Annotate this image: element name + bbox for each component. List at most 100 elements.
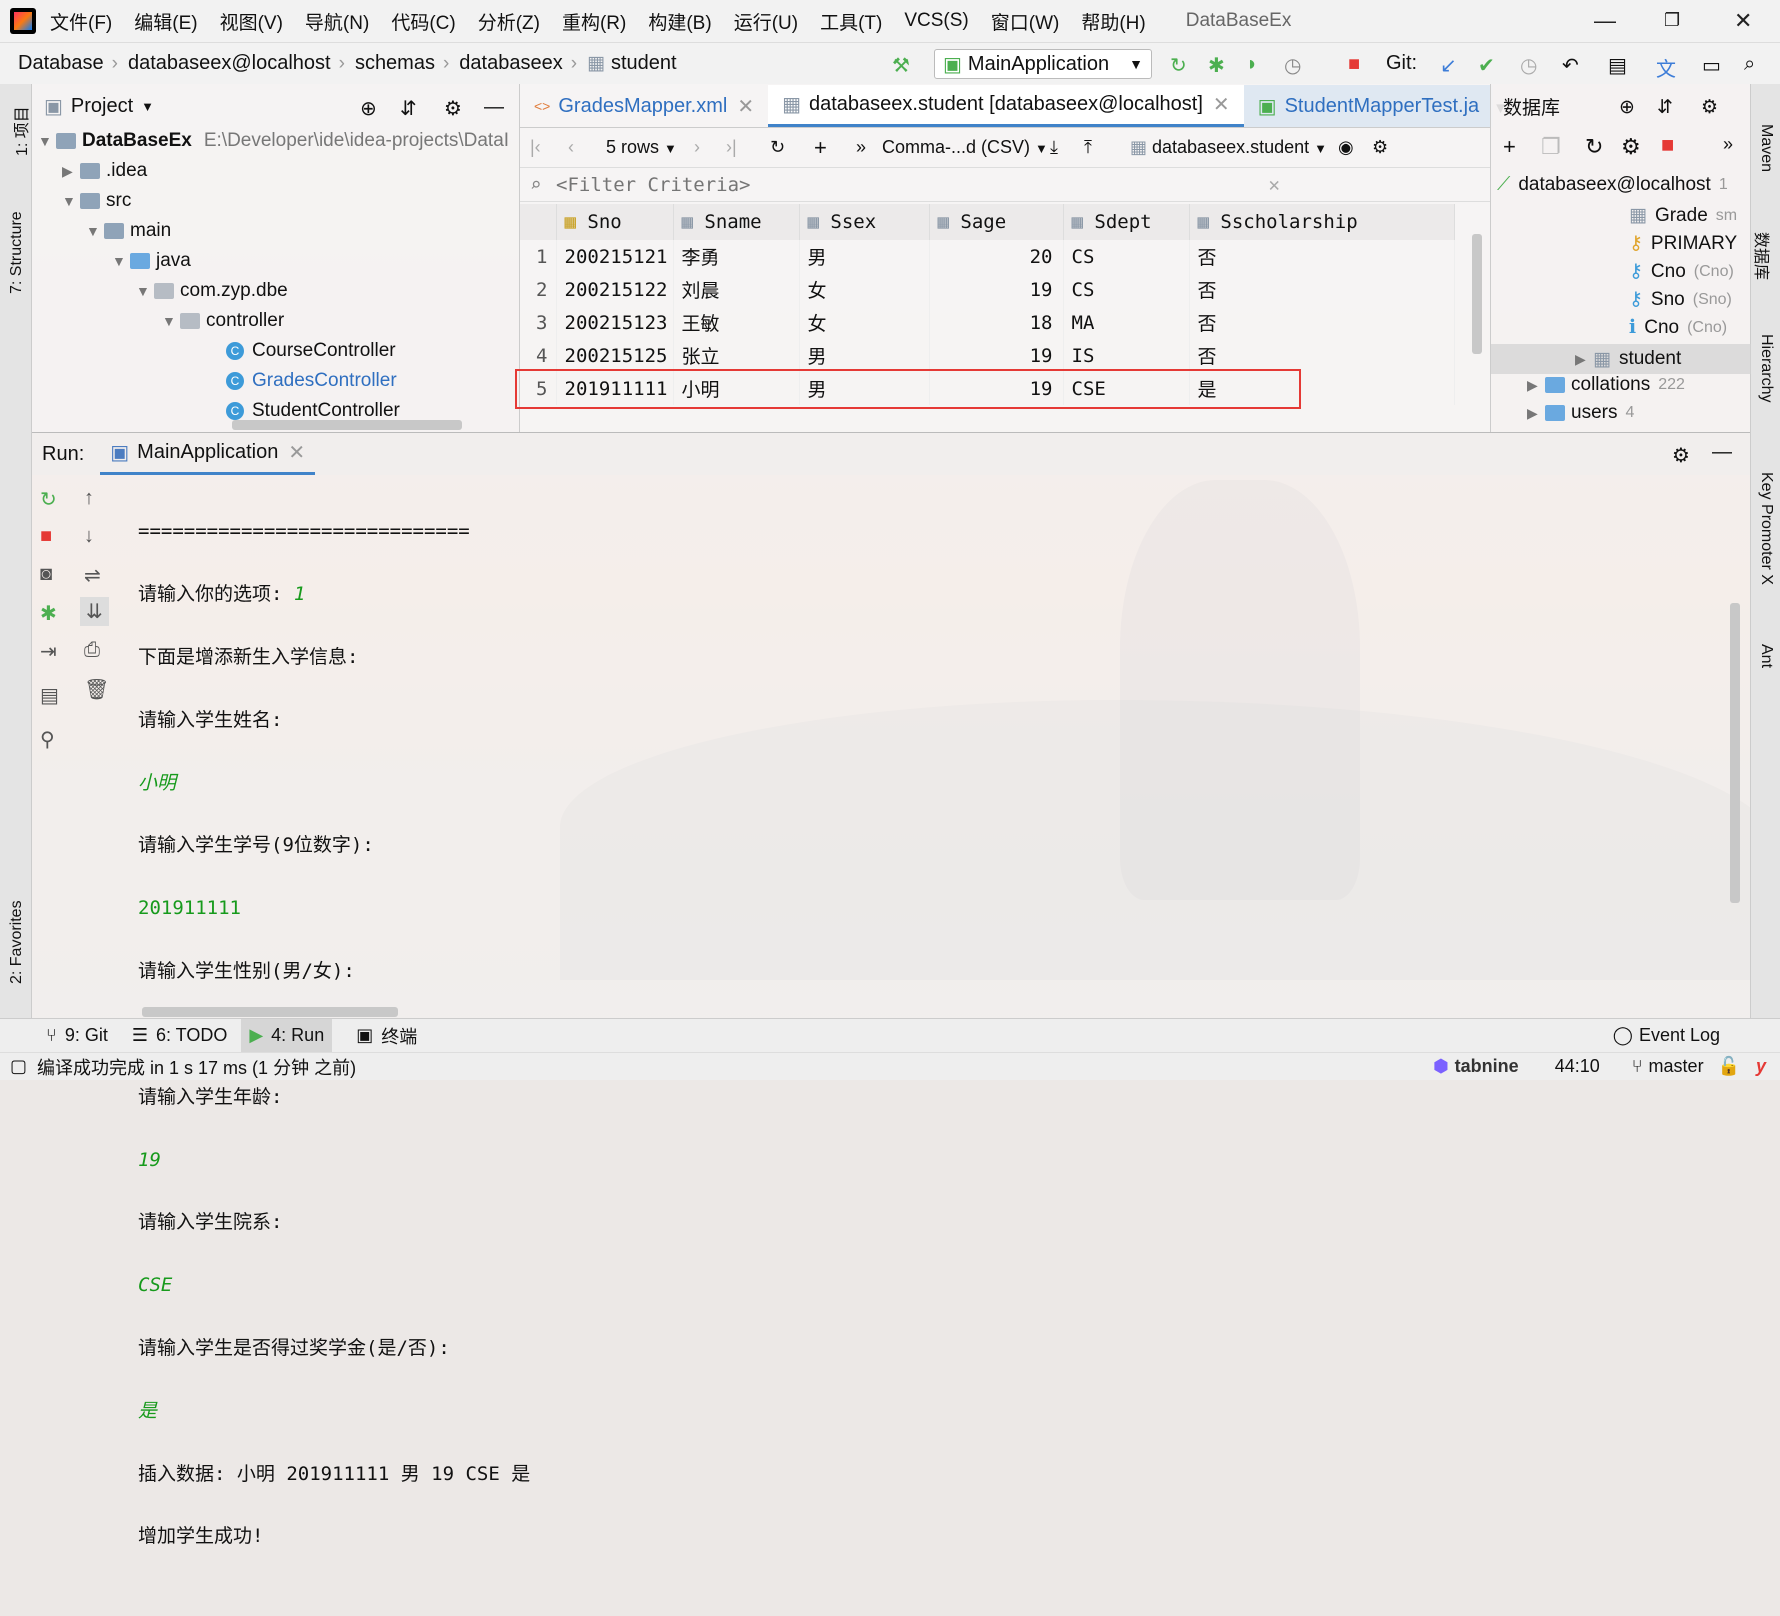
gear-icon[interactable]: ⚙ (1701, 96, 1718, 119)
first-page-icon[interactable]: |‹ (530, 137, 541, 158)
cell-sname[interactable]: 王敏 (673, 306, 800, 339)
down-arrow-icon[interactable]: ↓ (84, 525, 94, 548)
hide-icon[interactable]: — (484, 96, 504, 119)
hierarchy-tool-button[interactable]: Hierarchy (1757, 334, 1775, 402)
menu-window[interactable]: 窗口(W) (991, 8, 1060, 35)
cell-sscholarship[interactable]: 否 (1189, 339, 1455, 372)
breadcrumb-schema[interactable]: databaseex (459, 52, 562, 75)
menu-refactor[interactable]: 重构(R) (562, 8, 626, 35)
horizontal-scrollbar[interactable] (232, 420, 462, 430)
breadcrumb-table[interactable]: student (611, 52, 677, 75)
cell-sscholarship[interactable]: 否 (1189, 306, 1455, 339)
add-icon[interactable]: + (1503, 134, 1516, 160)
tree-item-package[interactable]: ▼ com.zyp.dbe (136, 280, 288, 302)
cell-sname[interactable]: 张立 (673, 339, 800, 372)
cell-sno[interactable]: 200215123 (556, 306, 674, 339)
tree-item-src[interactable]: ▼ src (62, 190, 131, 212)
rerun-icon[interactable]: ↻ (1170, 53, 1187, 78)
menu-run[interactable]: 运行(U) (734, 8, 798, 35)
breadcrumb-schemas[interactable]: schemas (355, 52, 435, 75)
window-layout-icon[interactable]: ▭ (1702, 53, 1721, 78)
export-format-select[interactable]: Comma-...d (CSV) ▼ (882, 137, 1048, 158)
tool-tab-todo[interactable]: ☰ 6: TODO (132, 1025, 228, 1046)
project-panel-title[interactable]: Project (71, 95, 133, 118)
rollback-icon[interactable]: ↶ (1562, 53, 1579, 78)
tree-item-idea[interactable]: ▶ .idea (62, 160, 147, 182)
db-item-users[interactable]: ▶ users 4 (1527, 402, 1634, 424)
ant-tool-button[interactable]: Ant (1757, 644, 1775, 668)
column-header-sdept[interactable]: ▦ Sdept (1063, 204, 1190, 240)
menu-help[interactable]: 帮助(H) (1081, 8, 1145, 35)
table-row[interactable]: 4 200215125 张立男 19 IS 否 (520, 339, 1455, 372)
cell-sdept[interactable]: IS (1063, 339, 1190, 372)
project-structure-icon[interactable]: ▤ (1608, 53, 1627, 78)
filter-input[interactable] (556, 173, 1356, 196)
exit-icon[interactable]: ⇥ (40, 639, 57, 664)
console-scrollbar[interactable] (1730, 603, 1740, 903)
layout-icon[interactable]: ▤ (40, 683, 59, 708)
db-item-collations[interactable]: ▶ collations 222 (1527, 374, 1685, 396)
cell-sdept[interactable]: MA (1063, 306, 1190, 339)
menu-edit[interactable]: 编辑(E) (134, 8, 197, 35)
menu-tools[interactable]: 工具(T) (820, 8, 882, 35)
gear-icon[interactable]: ⚙ (1672, 443, 1690, 468)
table-target-select[interactable]: ▦ databaseex.student ▼ (1130, 137, 1327, 158)
tabnine-label[interactable]: tabnine (1455, 1056, 1519, 1077)
tool-tab-run[interactable]: ▶ 4: Run (241, 1019, 333, 1052)
pin-icon[interactable]: ⚲ (40, 727, 55, 752)
hide-icon[interactable]: — (1712, 441, 1732, 464)
db-item-student[interactable]: ▶ ▦ student (1491, 344, 1751, 374)
stop-icon[interactable]: ■ (40, 525, 52, 548)
maven-tool-button[interactable]: Maven (1757, 124, 1775, 172)
cell-ssex[interactable]: 女 (799, 273, 930, 306)
cell-sno[interactable]: 200215125 (556, 339, 674, 372)
git-commit-icon[interactable]: ✔ (1478, 53, 1495, 78)
structure-tool-button[interactable]: 7: Structure (8, 211, 26, 294)
column-header-sscholarship[interactable]: ▦ Sscholarship (1189, 204, 1455, 240)
refresh-icon[interactable]: ↻ (1585, 134, 1603, 160)
tab-student-table[interactable]: ▦ databaseex.student [databaseex@localhos… (768, 85, 1244, 127)
menu-navigate[interactable]: 导航(N) (305, 8, 369, 35)
yjs-plugin-icon[interactable]: y (1756, 1056, 1766, 1077)
collapse-icon[interactable]: ⇵ (1657, 96, 1673, 119)
key-promoter-tool-button[interactable]: Key Promoter X (1757, 472, 1775, 585)
tree-item-java[interactable]: ▼ java (112, 250, 191, 272)
profile-icon[interactable]: ◷ (1284, 53, 1301, 78)
breadcrumb-connection[interactable]: databaseex@localhost (128, 52, 331, 75)
tree-item-student-controller[interactable]: C StudentController (226, 400, 400, 422)
favorites-tool-button[interactable]: 2: Favorites (8, 900, 26, 984)
run-config-select[interactable]: ▣ MainApplication ▼ (934, 49, 1152, 79)
download-icon[interactable]: ⤓ (1050, 137, 1058, 158)
chevron-down-icon[interactable]: ▼ (141, 99, 154, 114)
cell-sscholarship[interactable]: 否 (1189, 273, 1455, 306)
vertical-scrollbar[interactable] (1472, 234, 1482, 354)
table-row[interactable]: 3 200215123 王敏女 18 MA 否 (520, 306, 1455, 339)
tree-item-grades-controller[interactable]: C GradesController (226, 370, 397, 392)
tree-item-main[interactable]: ▼ main (86, 220, 171, 242)
more-icon[interactable]: » (1723, 134, 1733, 155)
cell-sage[interactable]: 19 (929, 339, 1064, 372)
lock-icon[interactable]: 🔓 (1718, 1056, 1740, 1077)
build-hammer-icon[interactable]: ⚒ (892, 53, 910, 78)
table-row[interactable]: 1 200215121 李勇男 20 CS 否 (520, 240, 1455, 273)
database-tool-button[interactable]: 数据库 (1751, 232, 1775, 280)
translate-icon[interactable]: 文 (1656, 53, 1676, 82)
db-item-sno[interactable]: ⚷ Sno (Sno) (1629, 288, 1732, 311)
db-item-primary[interactable]: ⚷ PRIMARY (1629, 232, 1737, 255)
cell-sdept[interactable]: CS (1063, 273, 1190, 306)
soft-wrap-icon[interactable]: ⇌ (84, 563, 101, 588)
table-row[interactable]: 2 200215122 刘晨女 19 CS 否 (520, 273, 1455, 306)
cell-sscholarship[interactable]: 否 (1189, 240, 1455, 273)
cell-sno[interactable]: 200215121 (556, 240, 674, 273)
git-branch[interactable]: master (1649, 1056, 1704, 1077)
close-icon[interactable]: ✕ (1734, 8, 1752, 34)
tree-item-controller[interactable]: ▼ controller (162, 310, 284, 332)
minimize-icon[interactable]: — (1594, 8, 1616, 34)
db-item-cno[interactable]: ⚷ Cno (Cno) (1629, 260, 1734, 283)
scroll-to-end-icon[interactable]: ⇊ (80, 597, 109, 626)
cell-sname[interactable]: 刘晨 (673, 273, 800, 306)
event-log-button[interactable]: ◯ Event Log (1613, 1025, 1720, 1046)
upload-icon[interactable]: ⤒ (1084, 137, 1092, 158)
history-icon[interactable]: ◷ (1520, 53, 1537, 78)
tool-tab-git[interactable]: ⑂ 9: Git (46, 1025, 108, 1046)
